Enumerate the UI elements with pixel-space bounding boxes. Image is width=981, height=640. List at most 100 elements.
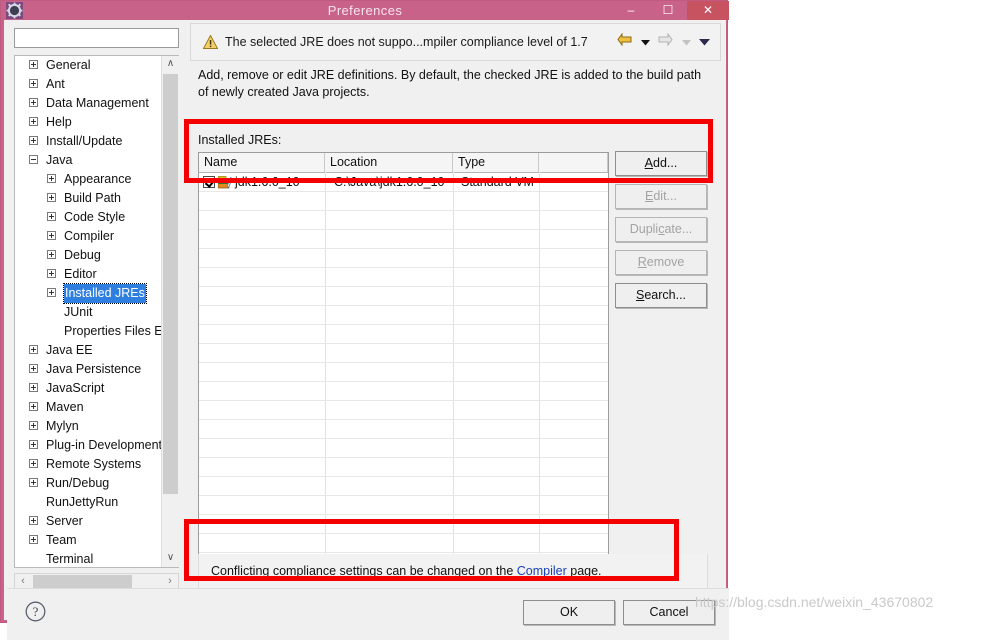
sidebar-item-java[interactable]: Java bbox=[15, 151, 162, 170]
column-header-name[interactable]: Name bbox=[199, 153, 325, 172]
expand-icon[interactable] bbox=[29, 535, 38, 544]
installed-jres-label: Installed JREs: bbox=[198, 133, 282, 147]
column-header-location[interactable]: Location bbox=[325, 153, 453, 172]
sidebar-item-javascript[interactable]: JavaScript bbox=[15, 379, 162, 398]
compiler-link[interactable]: Compiler bbox=[517, 564, 567, 578]
status-text-after: page. bbox=[566, 564, 602, 578]
message-bar: The selected JRE does not suppo...mpiler… bbox=[190, 23, 721, 61]
filter-input[interactable] bbox=[14, 28, 179, 48]
expand-icon[interactable] bbox=[29, 459, 38, 468]
sidebar-item-build-path[interactable]: Build Path bbox=[15, 189, 162, 208]
expand-icon[interactable] bbox=[47, 212, 56, 221]
sidebar-item-label: Data Management bbox=[46, 96, 149, 110]
sidebar-item-installed-jres[interactable]: Installed JREs bbox=[15, 283, 162, 304]
grid-row-line bbox=[199, 229, 608, 230]
grid-row-line bbox=[199, 210, 608, 211]
installed-jres-table[interactable]: Name Location Type jdk1.6.0_10 C:\Java\j… bbox=[198, 152, 609, 558]
collapse-icon[interactable] bbox=[29, 155, 38, 164]
sidebar-item-label: Build Path bbox=[64, 191, 121, 205]
dialog-body: General Ant Data Management Help Install/Upd… bbox=[4, 20, 729, 640]
sidebar-item-mylyn[interactable]: Mylyn bbox=[15, 417, 162, 436]
sidebar-item-runjettyrun[interactable]: RunJettyRun bbox=[15, 493, 162, 512]
maximize-button[interactable]: ☐ bbox=[651, 1, 685, 20]
grid-row-line bbox=[199, 324, 608, 325]
expand-icon[interactable] bbox=[29, 60, 38, 69]
expand-icon[interactable] bbox=[29, 383, 38, 392]
scroll-up-icon[interactable]: ∧ bbox=[162, 56, 179, 73]
sidebar-item-label: Debug bbox=[64, 248, 101, 262]
add-button[interactable]: Add... bbox=[615, 151, 707, 176]
sidebar-item-debug[interactable]: Debug bbox=[15, 246, 162, 265]
expand-icon[interactable] bbox=[47, 288, 56, 297]
sidebar-item-label: Help bbox=[46, 115, 72, 129]
vertical-scroll-thumb[interactable] bbox=[163, 74, 178, 494]
status-text-before: Conflicting compliance settings can be c… bbox=[211, 564, 517, 578]
scroll-right-icon[interactable]: › bbox=[162, 574, 178, 589]
forward-chevron-down-icon bbox=[681, 33, 691, 51]
expand-icon[interactable] bbox=[29, 478, 38, 487]
sidebar-item-java-ee[interactable]: Java EE bbox=[15, 341, 162, 360]
column-header-blank[interactable] bbox=[539, 153, 608, 172]
sidebar-item-editor[interactable]: Editor bbox=[15, 265, 162, 284]
preferences-window: Preferences – ☐ ✕ General Ant Data Managem… bbox=[0, 0, 729, 640]
minimize-button[interactable]: – bbox=[614, 1, 648, 20]
dialog-footer: ? OK Cancel bbox=[7, 588, 729, 640]
expand-icon[interactable] bbox=[47, 231, 56, 240]
column-header-type[interactable]: Type bbox=[453, 153, 539, 172]
expand-icon[interactable] bbox=[47, 250, 56, 259]
sidebar-item-junit[interactable]: JUnit bbox=[15, 303, 162, 322]
sidebar-item-properties-files-ed[interactable]: Properties Files Ed bbox=[15, 322, 162, 341]
sidebar-item-server[interactable]: Server bbox=[15, 512, 162, 531]
expand-icon[interactable] bbox=[29, 402, 38, 411]
grid-row-line bbox=[199, 305, 608, 306]
expand-icon[interactable] bbox=[29, 421, 38, 430]
sidebar-item-ant[interactable]: Ant bbox=[15, 75, 162, 94]
expand-icon[interactable] bbox=[47, 269, 56, 278]
expand-icon[interactable] bbox=[47, 193, 56, 202]
sidebar-item-remote-systems[interactable]: Remote Systems bbox=[15, 455, 162, 474]
expand-icon[interactable] bbox=[29, 440, 38, 449]
more-chevron-down-icon[interactable] bbox=[699, 33, 710, 51]
sidebar-item-help[interactable]: Help bbox=[15, 113, 162, 132]
screenshot-root: Preferences – ☐ ✕ General Ant Data Managem… bbox=[0, 0, 981, 640]
scroll-left-icon[interactable]: ‹ bbox=[15, 574, 31, 589]
expand-icon[interactable] bbox=[29, 136, 38, 145]
grid-row-line bbox=[199, 438, 608, 439]
search-button[interactable]: Search... bbox=[615, 283, 707, 308]
sidebar-item-data-management[interactable]: Data Management bbox=[15, 94, 162, 113]
horizontal-scroll-thumb[interactable] bbox=[33, 575, 132, 588]
preferences-tree[interactable]: General Ant Data Management Help Install/Upd… bbox=[14, 55, 179, 568]
sidebar-item-code-style[interactable]: Code Style bbox=[15, 208, 162, 227]
expand-icon[interactable] bbox=[29, 516, 38, 525]
sidebar-item-appearance[interactable]: Appearance bbox=[15, 170, 162, 189]
expand-icon[interactable] bbox=[29, 98, 38, 107]
edit-button: Edit... bbox=[615, 184, 707, 209]
close-button[interactable]: ✕ bbox=[687, 1, 729, 20]
expand-icon[interactable] bbox=[29, 79, 38, 88]
scroll-down-icon[interactable]: ∨ bbox=[162, 550, 179, 567]
expand-icon[interactable] bbox=[29, 364, 38, 373]
sidebar-item-team[interactable]: Team bbox=[15, 531, 162, 550]
back-chevron-down-icon[interactable] bbox=[640, 33, 650, 51]
help-question-icon[interactable]: ? bbox=[25, 601, 46, 622]
table-header-row: Name Location Type bbox=[199, 153, 608, 173]
row-checkbox[interactable] bbox=[203, 176, 215, 188]
back-arrow-icon[interactable] bbox=[617, 32, 632, 51]
sidebar-item-java-persistence[interactable]: Java Persistence bbox=[15, 360, 162, 379]
sidebar-item-label: Maven bbox=[46, 400, 84, 414]
sidebar-item-general[interactable]: General bbox=[15, 56, 162, 75]
sidebar-item-terminal[interactable]: Terminal bbox=[15, 550, 162, 567]
expand-icon[interactable] bbox=[29, 117, 38, 126]
expand-icon[interactable] bbox=[47, 174, 56, 183]
tree-vertical-scrollbar[interactable]: ∧ ∨ bbox=[161, 56, 179, 567]
sidebar-item-compiler[interactable]: Compiler bbox=[15, 227, 162, 246]
grid-row-line bbox=[199, 457, 608, 458]
table-row[interactable]: jdk1.6.0_10 C:\Java\jdk1.6.0_10 Standard… bbox=[199, 173, 608, 192]
expand-icon[interactable] bbox=[29, 345, 38, 354]
sidebar-item-install-update[interactable]: Install/Update bbox=[15, 132, 162, 151]
cell-type: Standard VM bbox=[461, 175, 534, 189]
sidebar-item-maven[interactable]: Maven bbox=[15, 398, 162, 417]
ok-button[interactable]: OK bbox=[523, 600, 615, 625]
sidebar-item-plug-in-development[interactable]: Plug-in Development bbox=[15, 436, 162, 455]
sidebar-item-run-debug[interactable]: Run/Debug bbox=[15, 474, 162, 493]
